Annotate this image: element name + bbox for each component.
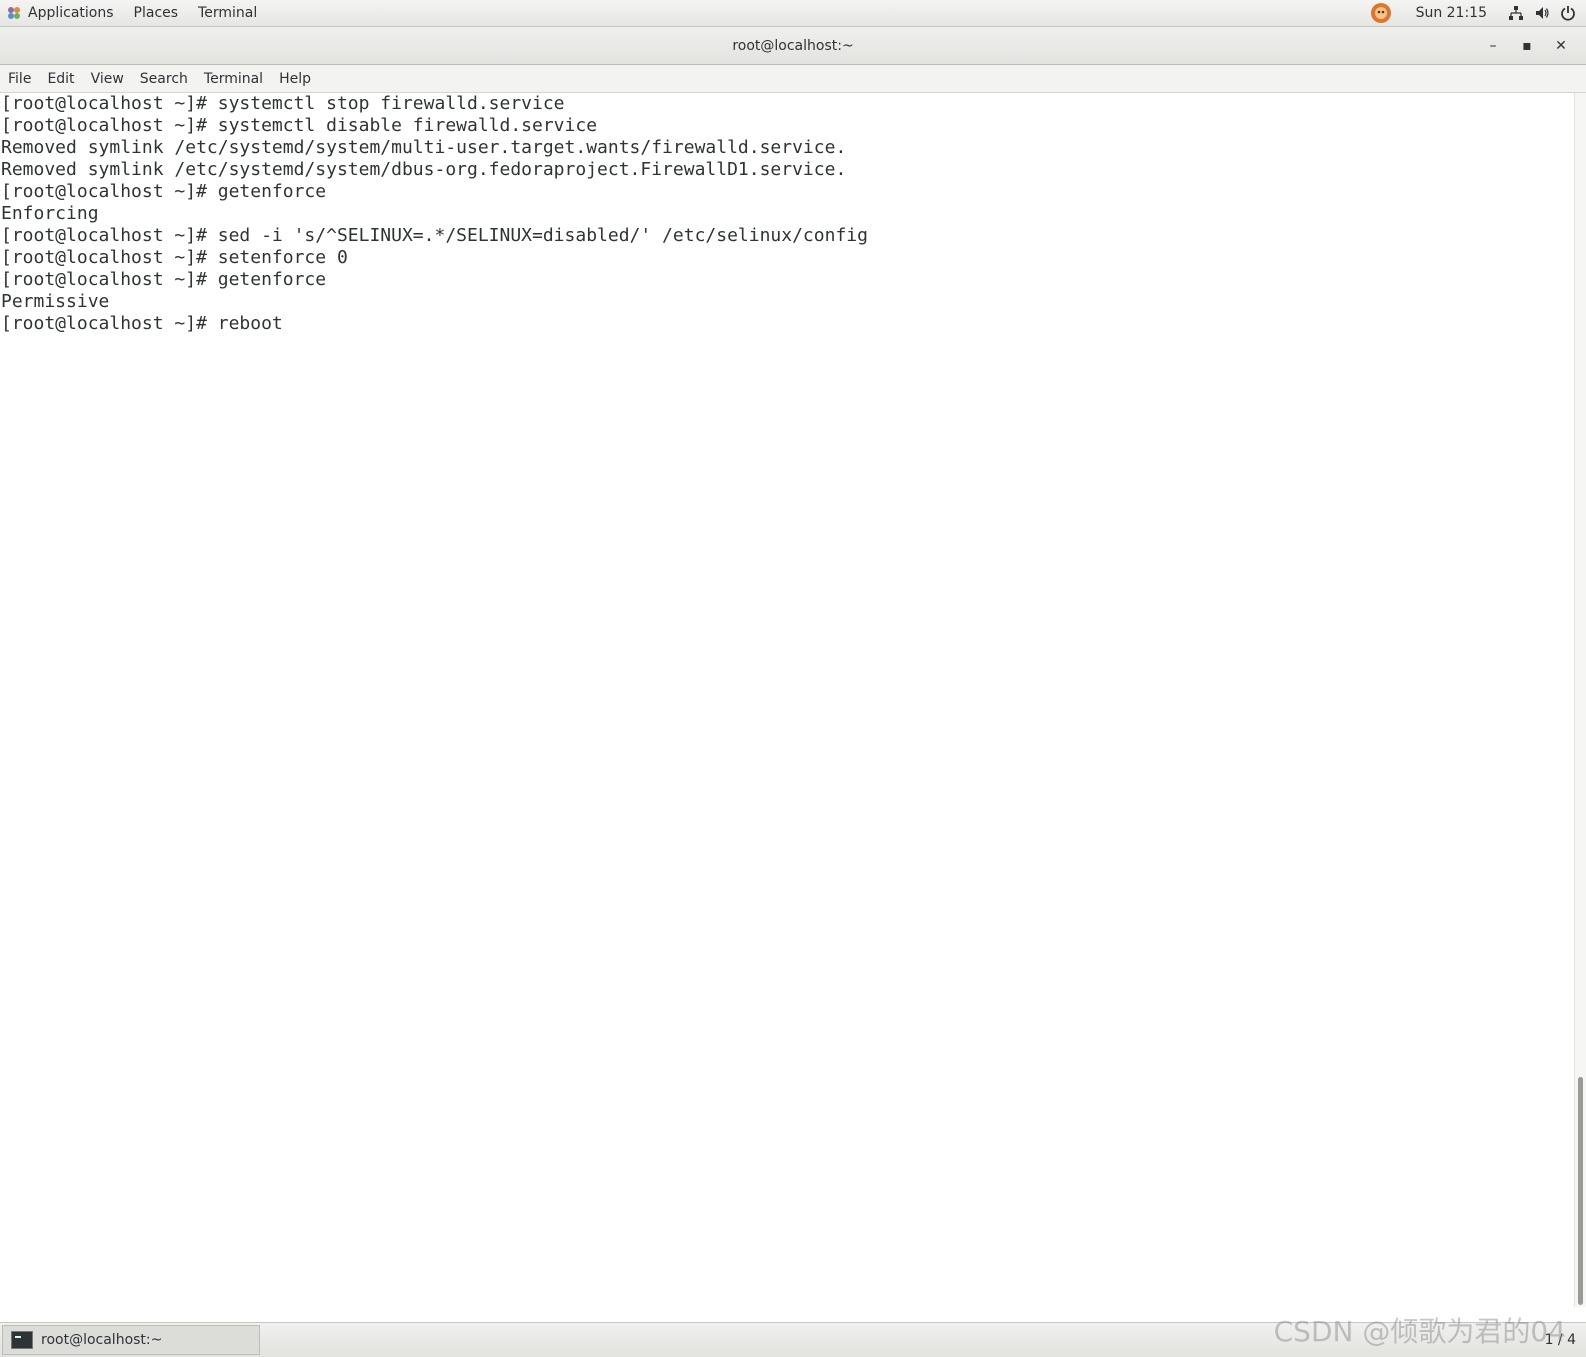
apps-icon [8, 7, 20, 19]
menu-terminal-label: Terminal [203, 70, 264, 87]
terminal-line: Removed symlink /etc/systemd/system/dbus… [1, 159, 847, 180]
terminal-line: [root@localhost ~]# systemctl stop firew… [1, 93, 565, 114]
close-button[interactable]: ✕ [1544, 27, 1578, 64]
taskbar-window-label: root@localhost:~ [41, 1332, 163, 1348]
network-indicator[interactable] [1503, 0, 1529, 26]
watermark: CSDN @倾歌为君的04 [1273, 1315, 1566, 1348]
power-icon [1561, 6, 1575, 21]
maximize-button[interactable]: ▪ [1510, 27, 1544, 64]
terminal-line: Enforcing [1, 203, 99, 224]
terminal-scrollbar[interactable] [1574, 93, 1586, 1307]
menu-edit[interactable]: Edit [39, 65, 82, 92]
menu-view-label: View [90, 70, 124, 87]
menu-bar: File Edit View Search Terminal Help [0, 65, 1586, 93]
minimize-icon: – [1489, 37, 1497, 54]
window-title: root@localhost:~ [732, 37, 854, 54]
window-titlebar[interactable]: root@localhost:~ – ▪ ✕ [0, 27, 1586, 65]
terminal-line: Permissive [1, 291, 110, 312]
places-menu[interactable]: Places [124, 0, 189, 26]
menu-search-label: Search [139, 70, 188, 87]
scrollbar-thumb[interactable] [1578, 1077, 1583, 1305]
volume-icon [1536, 7, 1549, 19]
volume-indicator[interactable] [1529, 0, 1555, 26]
menu-search[interactable]: Search [132, 65, 196, 92]
power-menu[interactable] [1555, 0, 1586, 26]
window-controls: – ▪ ✕ [1476, 27, 1578, 64]
user-avatar-icon [1370, 3, 1391, 23]
menu-file[interactable]: File [0, 65, 39, 92]
network-icon [1509, 6, 1523, 20]
maximize-icon: ▪ [1522, 37, 1532, 54]
terminal-line: Removed symlink /etc/systemd/system/mult… [1, 137, 847, 158]
places-label: Places [133, 5, 179, 21]
minimize-button[interactable]: – [1476, 27, 1510, 64]
menu-view[interactable]: View [83, 65, 132, 92]
menu-edit-label: Edit [47, 70, 75, 87]
terminal-app-label: Terminal [198, 5, 258, 21]
terminal-output[interactable]: [root@localhost ~]# systemctl stop firew… [0, 93, 1574, 1307]
terminal-line: [root@localhost ~]# systemctl disable fi… [1, 115, 598, 136]
system-tray: Sun 21:15 [1362, 0, 1586, 26]
menu-help-label: Help [279, 70, 311, 87]
top-panel: Applications Places Terminal Sun 21:15 [0, 0, 1586, 27]
terminal-line: [root@localhost ~]# getenforce [1, 181, 327, 202]
terminal-icon [11, 1331, 33, 1349]
terminal-line: [root@localhost ~]# reboot [1, 313, 283, 334]
terminal-app-menu[interactable]: Terminal [188, 0, 267, 26]
user-avatar[interactable] [1362, 0, 1400, 26]
taskbar-window-button[interactable]: root@localhost:~ [2, 1325, 260, 1355]
terminal-line: [root@localhost ~]# setenforce 0 [1, 247, 348, 268]
terminal-line: [root@localhost ~]# sed -i 's/^SELINUX=.… [1, 225, 868, 246]
applications-menu[interactable]: Applications [0, 0, 124, 26]
applications-label: Applications [28, 5, 114, 21]
terminal-line: [root@localhost ~]# getenforce [1, 269, 327, 290]
menu-file-label: File [8, 70, 32, 87]
clock[interactable]: Sun 21:15 [1400, 0, 1503, 26]
close-icon: ✕ [1555, 37, 1567, 54]
menu-help[interactable]: Help [271, 65, 319, 92]
clock-label: Sun 21:15 [1415, 5, 1487, 21]
menu-terminal[interactable]: Terminal [196, 65, 271, 92]
